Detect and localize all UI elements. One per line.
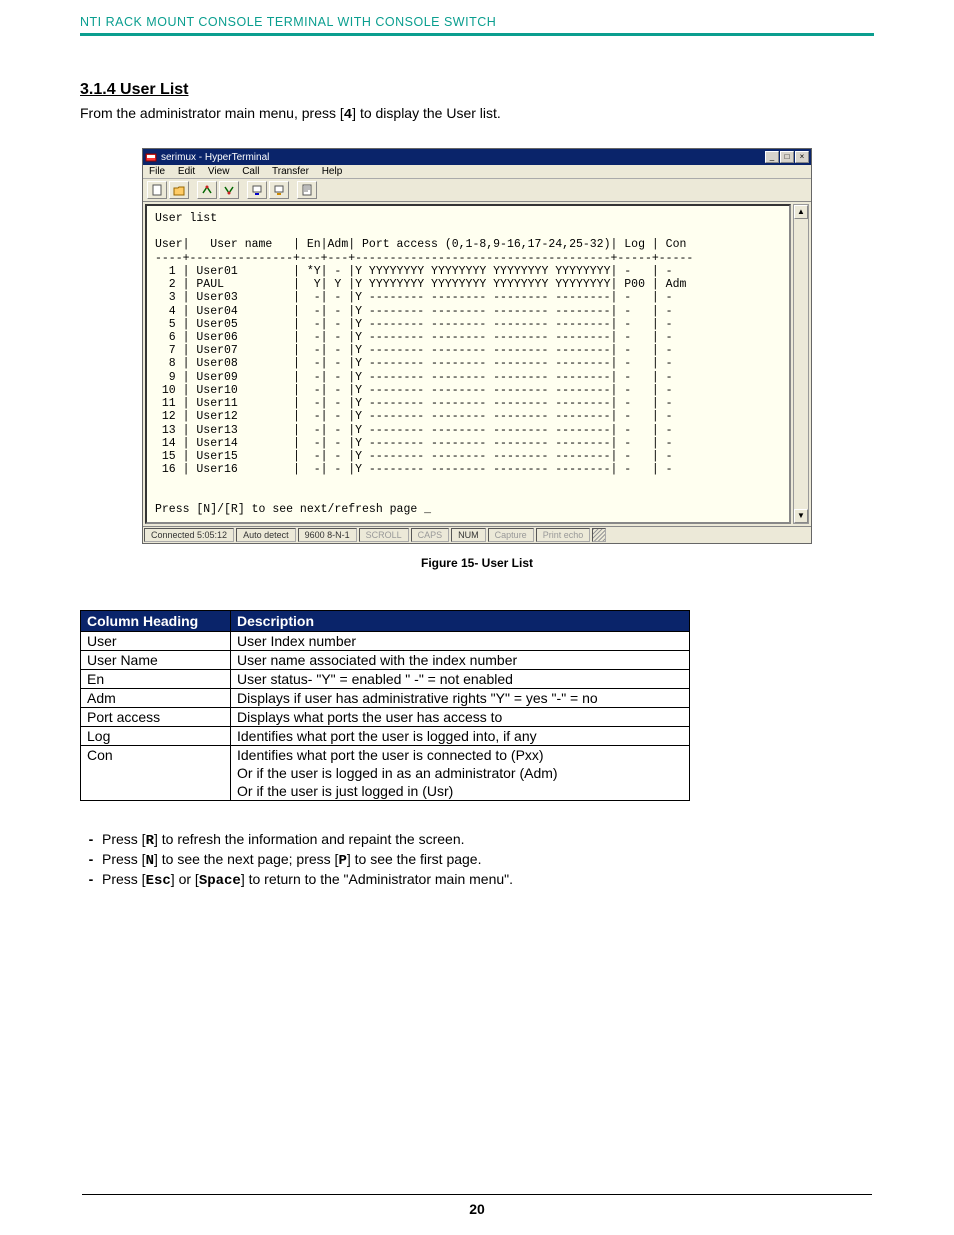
key-literal: Esc [146,873,171,889]
table-cell-heading: Log [81,727,231,746]
status-params: 9600 8-N-1 [298,528,357,542]
scrollbar[interactable]: ▲ ▼ [793,204,809,524]
window-title: serimux - HyperTerminal [161,152,765,163]
menu-help[interactable]: Help [322,166,343,177]
text-fragment: Press [ [102,851,146,867]
table-cell-heading: Adm [81,689,231,708]
table-row: Port accessDisplays what ports the user … [81,708,690,727]
table-cell-description: Displays if user has administrative righ… [231,689,690,708]
menubar: File Edit View Call Transfer Help [143,165,811,179]
table-row: LogIdentifies what port the user is logg… [81,727,690,746]
key-literal: Space [199,873,241,889]
status-num: NUM [451,528,486,542]
status-detect: Auto detect [236,528,296,542]
table-cell-heading [81,782,231,801]
intro-text: From the administrator main menu, press … [80,105,874,123]
close-button[interactable]: × [795,151,809,163]
toolbar [143,179,811,202]
instructions-list: -Press [R] to refresh the information an… [80,831,874,889]
resize-grip-icon[interactable] [592,528,606,542]
toolbar-disconnect-icon[interactable] [219,181,239,199]
menu-file[interactable]: File [149,166,165,177]
statusbar: Connected 5:05:12 Auto detect 9600 8-N-1… [143,526,811,543]
header-rule [80,33,874,36]
menu-view[interactable]: View [208,166,230,177]
instruction-row: -Press [R] to refresh the information an… [80,831,874,849]
desc-header-desc: Description [231,611,690,632]
table-cell-description: Or if the user is just logged in (Usr) [231,782,690,801]
table-row: EnUser status- "Y" = enabled " -" = not … [81,670,690,689]
table-cell-description: User status- "Y" = enabled " -" = not en… [231,670,690,689]
menu-call[interactable]: Call [242,166,259,177]
table-row: AdmDisplays if user has administrative r… [81,689,690,708]
key-literal: P [338,853,346,869]
menu-transfer[interactable]: Transfer [272,166,309,177]
instruction-text: Press [N] to see the next page; press [P… [102,851,481,869]
bullet-dash: - [80,831,102,849]
table-cell-heading: User [81,632,231,651]
table-cell-description: Displays what ports the user has access … [231,708,690,727]
text-fragment: ] to return to the "Administrator main m… [241,871,513,887]
instruction-text: Press [R] to refresh the information and… [102,831,465,849]
text-fragment: ] or [ [171,871,199,887]
intro-post: ] to display the User list. [352,105,501,121]
toolbar-send-icon[interactable] [247,181,267,199]
table-row: Or if the user is logged in as an admini… [81,764,690,782]
table-row: Or if the user is just logged in (Usr) [81,782,690,801]
table-row: UserUser Index number [81,632,690,651]
text-fragment: ] to see the first page. [347,851,482,867]
table-cell-description: User name associated with the index numb… [231,651,690,670]
instruction-row: -Press [Esc] or [Space] to return to the… [80,871,874,889]
key-literal: N [146,853,154,869]
text-fragment: Press [ [102,831,146,847]
table-cell-description: User Index number [231,632,690,651]
table-cell-description: Identifies what port the user is logged … [231,727,690,746]
bullet-dash: - [80,871,102,889]
status-connected: Connected 5:05:12 [144,528,234,542]
text-fragment: ] to see the next page; press [ [154,851,338,867]
column-description-table: Column Heading Description UserUser Inde… [80,610,690,801]
toolbar-open-icon[interactable] [169,181,189,199]
scroll-up-icon[interactable]: ▲ [794,205,808,219]
desc-header-col: Column Heading [81,611,231,632]
maximize-button[interactable]: □ [780,151,794,163]
instruction-text: Press [Esc] or [Space] to return to the … [102,871,513,889]
intro-pre: From the administrator main menu, press … [80,105,344,121]
app-icon [145,151,157,163]
section-heading: 3.1.4 User List [80,81,874,99]
toolbar-connect-icon[interactable] [197,181,217,199]
table-cell-heading: Con [81,746,231,765]
figure-caption: Figure 15- User List [80,556,874,570]
instruction-row: -Press [N] to see the next page; press [… [80,851,874,869]
table-cell-heading: En [81,670,231,689]
table-cell-description: Or if the user is logged in as an admini… [231,764,690,782]
minimize-button[interactable]: _ [765,151,779,163]
table-row: ConIdentifies what port the user is conn… [81,746,690,765]
hyperterminal-window: serimux - HyperTerminal _ □ × File Edit … [142,148,812,544]
intro-key: 4 [344,107,352,123]
scroll-down-icon[interactable]: ▼ [794,509,808,523]
table-cell-heading [81,764,231,782]
status-echo: Print echo [536,528,591,542]
status-caps: CAPS [411,528,450,542]
status-scroll: SCROLL [359,528,409,542]
running-header: NTI RACK MOUNT CONSOLE TERMINAL WITH CON… [80,15,874,33]
menu-edit[interactable]: Edit [178,166,195,177]
status-capture: Capture [488,528,534,542]
toolbar-properties-icon[interactable] [297,181,317,199]
text-fragment: Press [ [102,871,146,887]
page-number: 20 [0,1194,954,1217]
text-fragment: ] to refresh the information and repaint… [154,831,465,847]
toolbar-receive-icon[interactable] [269,181,289,199]
table-cell-heading: Port access [81,708,231,727]
key-literal: R [146,833,154,849]
table-row: User NameUser name associated with the i… [81,651,690,670]
bullet-dash: - [80,851,102,869]
table-cell-description: Identifies what port the user is connect… [231,746,690,765]
table-cell-heading: User Name [81,651,231,670]
window-titlebar[interactable]: serimux - HyperTerminal _ □ × [143,149,811,165]
toolbar-new-icon[interactable] [147,181,167,199]
terminal-output[interactable]: User list User| User name | En|Adm| Port… [145,204,791,524]
